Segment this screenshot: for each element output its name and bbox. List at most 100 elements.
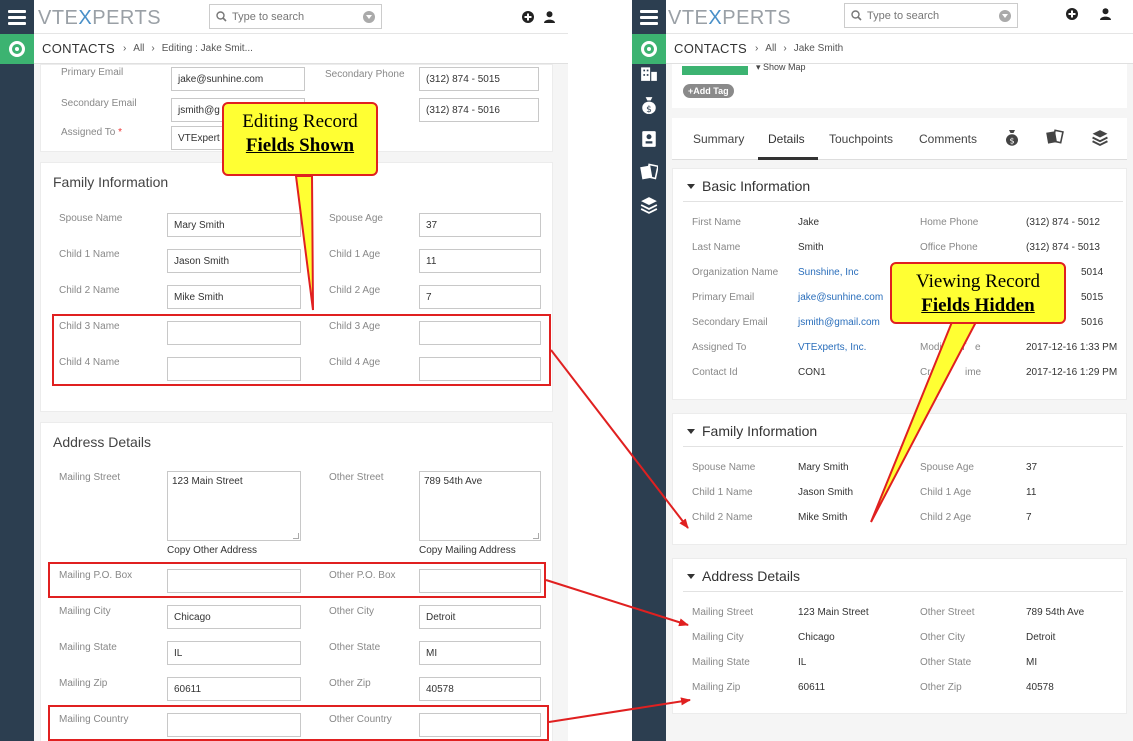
collapse-caret-icon[interactable] [687, 428, 695, 434]
building-icon[interactable] [640, 64, 658, 82]
mobile-phone-value-partial: 5014 [1081, 267, 1104, 278]
user-profile-icon[interactable] [1100, 8, 1111, 20]
copy-other-address-link[interactable]: Copy Other Address [167, 545, 257, 556]
mailing-street-value: 123 Main Street [798, 607, 869, 618]
other-city-field[interactable]: Detroit [419, 605, 541, 629]
layers-icon[interactable] [640, 196, 658, 214]
breadcrumb-module[interactable]: CONTACTS [674, 41, 747, 56]
viewing-record-callout: Viewing Record Fields Hidden [890, 262, 1066, 324]
contact-card-icon[interactable] [640, 130, 658, 148]
primary-email-field[interactable]: jake@sunhine.com [171, 67, 305, 91]
family-info-title[interactable]: Family Information [687, 423, 817, 439]
secondary-phone-field[interactable]: (312) 874 - 5015 [419, 67, 539, 91]
top-bar: VTEXPERTS Type to search [34, 0, 568, 34]
spouse-age-field[interactable]: 37 [419, 213, 541, 237]
collapse-caret-icon[interactable] [687, 573, 695, 579]
mailing-zip-field[interactable]: 60611 [167, 677, 301, 701]
child3-age-field[interactable] [419, 321, 541, 345]
assigned-to-link[interactable]: VTExperts, Inc. [798, 342, 866, 353]
detail-view-panel: $ VTEXPERTS Type to search CONTACTS › Al… [632, 0, 1133, 741]
collapse-caret-icon[interactable] [687, 183, 695, 189]
child3-age-label: Child 3 Age [329, 321, 381, 332]
breadcrumb-separator: › [783, 43, 787, 54]
add-tag-button[interactable]: +Add Tag [683, 84, 734, 98]
copy-mailing-address-link[interactable]: Copy Mailing Address [419, 545, 516, 556]
search-filter-dropdown-icon[interactable] [363, 10, 375, 23]
modified-time-value: 2017-12-16 1:33 PM [1026, 342, 1118, 353]
organization-name-link[interactable]: Sunshine, Inc [798, 267, 859, 278]
other-zip-field[interactable]: 40578 [419, 677, 541, 701]
other-street-value: 789 54th Ave [1026, 607, 1085, 618]
other-state-value: MI [1026, 657, 1038, 668]
child1-name-label: Child 1 Name [59, 249, 120, 260]
tab-touchpoints[interactable]: Touchpoints [829, 132, 893, 146]
child3-name-field[interactable] [167, 321, 301, 345]
editing-callout-line2: Fields Shown [245, 135, 355, 156]
home-phone-label: Home Phone [920, 217, 979, 228]
other-street-textarea[interactable]: 789 54th Ave [419, 471, 541, 541]
child2-name-label: Child 2 Name [692, 512, 753, 523]
breadcrumb-all[interactable]: All [765, 43, 776, 54]
mailing-zip-value: 60611 [798, 682, 826, 693]
show-map-link[interactable]: ▾ Show Map [756, 62, 806, 73]
other-country-field[interactable] [419, 713, 541, 737]
home-phone-value: (312) 874 - 5012 [1026, 217, 1100, 228]
breadcrumb-separator: › [122, 43, 127, 54]
required-asterisk: * [118, 127, 122, 138]
tab-details[interactable]: Details [768, 132, 805, 146]
tickets-icon[interactable] [640, 163, 658, 181]
child4-name-label: Child 4 Name [59, 357, 120, 368]
child1-age-field[interactable]: 11 [419, 249, 541, 273]
child1-name-field[interactable]: Jason Smith [167, 249, 301, 273]
spouse-age-value: 37 [1026, 462, 1038, 473]
user-profile-icon[interactable] [544, 11, 555, 23]
status-bar [682, 66, 748, 75]
family-information-section: Family Information Spouse Name Mary Smit… [40, 162, 553, 412]
spouse-name-value: Mary Smith [798, 462, 849, 473]
mailing-po-box-field[interactable] [167, 569, 301, 593]
add-plus-icon[interactable] [522, 11, 534, 23]
basic-info-title[interactable]: Basic Information [687, 178, 810, 194]
breadcrumb-module[interactable]: CONTACTS [42, 41, 115, 56]
mailing-city-field[interactable]: Chicago [167, 605, 301, 629]
global-search-input[interactable]: Type to search [844, 3, 1018, 28]
add-plus-icon[interactable] [1066, 8, 1078, 20]
mailing-country-field[interactable] [167, 713, 301, 737]
mailing-street-label: Mailing Street [692, 607, 754, 618]
child2-age-field[interactable]: 7 [419, 285, 541, 309]
mailing-street-textarea[interactable]: 123 Main Street [167, 471, 301, 541]
other-zip-label: Other Zip [329, 678, 371, 689]
global-search-input[interactable]: Type to search [209, 4, 382, 29]
child4-name-field[interactable] [167, 357, 301, 381]
organization-name-label: Organization Name [692, 267, 779, 278]
secondary-phone-value-partial: 5015 [1081, 292, 1104, 303]
other-phone-field[interactable]: (312) 874 - 5016 [419, 98, 539, 122]
spouse-name-field[interactable]: Mary Smith [167, 213, 301, 237]
address-details-title[interactable]: Address Details [687, 568, 800, 584]
mailing-state-field[interactable]: IL [167, 641, 301, 665]
child1-name-label: Child 1 Name [692, 487, 753, 498]
tab-summary[interactable]: Summary [693, 132, 744, 146]
hamburger-menu-icon[interactable] [0, 0, 34, 34]
primary-email-link[interactable]: jake@sunhine.com [798, 292, 883, 303]
secondary-email-link[interactable]: jsmith@gmail.com [798, 317, 880, 328]
child1-age-label: Child 1 Age [329, 249, 381, 260]
other-state-label: Other State [329, 642, 381, 653]
child4-age-field[interactable] [419, 357, 541, 381]
other-po-box-field[interactable] [419, 569, 541, 593]
layers-icon[interactable] [1091, 129, 1109, 146]
other-state-field[interactable]: MI [419, 641, 541, 665]
search-icon [851, 10, 862, 21]
money-bag-icon[interactable]: $ [1005, 129, 1019, 146]
child2-name-field[interactable]: Mike Smith [167, 285, 301, 309]
money-bag-icon[interactable]: $ [640, 96, 658, 114]
svg-text:$: $ [646, 105, 652, 114]
home-icon[interactable] [632, 34, 666, 64]
tab-comments[interactable]: Comments [919, 132, 977, 146]
hamburger-menu-icon[interactable] [632, 0, 666, 34]
tickets-icon[interactable] [1046, 129, 1064, 145]
breadcrumb-all[interactable]: All [133, 43, 144, 54]
home-icon[interactable] [0, 34, 34, 64]
child1-name-value: Jason Smith [798, 487, 854, 498]
search-filter-dropdown-icon[interactable] [999, 9, 1011, 22]
